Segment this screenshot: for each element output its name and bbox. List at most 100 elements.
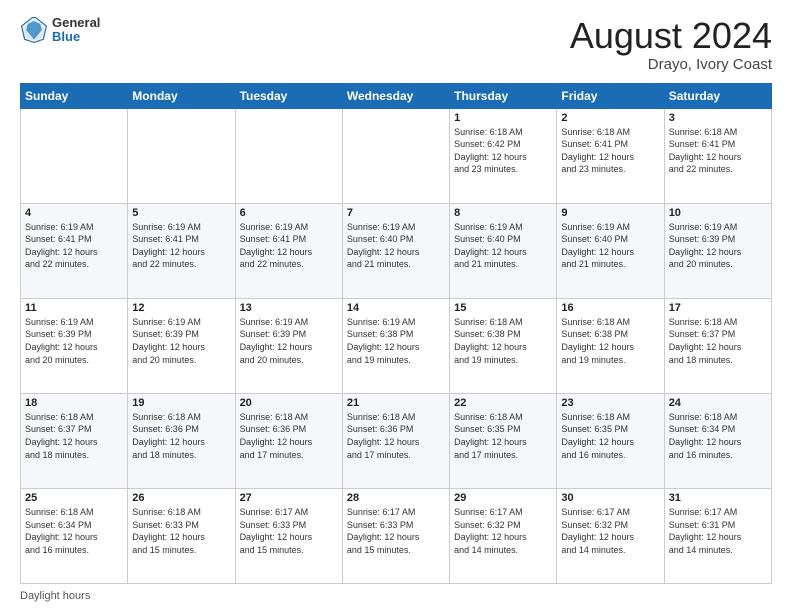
calendar-cell: [128, 108, 235, 203]
calendar-day-header: Thursday: [450, 83, 557, 108]
header: General Blue August 2024 Drayo, Ivory Co…: [20, 16, 772, 73]
logo-line1: General: [52, 16, 100, 30]
calendar-cell: 21 Sunrise: 6:18 AM Sunset: 6:36 PM Dayli…: [342, 393, 449, 488]
calendar-day-header: Saturday: [664, 83, 771, 108]
day-number: 25: [25, 492, 123, 504]
calendar-cell: 2Sunrise: 6:18 AM Sunset: 6:41 PM Daylig…: [557, 108, 664, 203]
calendar-cell: 15Sunrise: 6:18 AM Sunset: 6:38 PM Dayli…: [450, 298, 557, 393]
day-info: Sunrise: 6:19 AM Sunset: 6:41 PM Dayligh…: [25, 221, 123, 271]
calendar-cell: 20 Sunrise: 6:18 AM Sunset: 6:36 PM Dayli…: [235, 393, 342, 488]
day-info: Sunrise: 6:18 AM Sunset: 6:34 PM Dayligh…: [25, 506, 123, 556]
day-number: 29: [454, 492, 552, 504]
day-info: Sunrise: 6:19 AM Sunset: 6:40 PM Dayligh…: [561, 221, 659, 271]
day-info: Sunrise: 6:18 AM Sunset: 6:42 PM Dayligh…: [454, 126, 552, 176]
logo-line2: Blue: [52, 30, 100, 44]
calendar-day-header: Friday: [557, 83, 664, 108]
day-number: 5: [132, 207, 230, 219]
day-number: 4: [25, 207, 123, 219]
calendar-cell: 17 Sunrise: 6:18 AM Sunset: 6:37 PM Dayli…: [664, 298, 771, 393]
day-number: 7: [347, 207, 445, 219]
day-info: Sunrise: 6:18 AM Sunset: 6:36 PM Dayligh…: [347, 411, 445, 461]
day-info: Sunrise: 6:18 AM Sunset: 6:37 PM Dayligh…: [25, 411, 123, 461]
day-info: Sunrise: 6:19 AM Sunset: 6:41 PM Dayligh…: [240, 221, 338, 271]
calendar-cell: [235, 108, 342, 203]
calendar-week-row: 11 Sunrise: 6:19 AM Sunset: 6:39 PM Dayli…: [21, 298, 772, 393]
day-number: 13: [240, 302, 338, 314]
day-info: Sunrise: 6:19 AM Sunset: 6:39 PM Dayligh…: [25, 316, 123, 366]
day-info: Sunrise: 6:19 AM Sunset: 6:41 PM Dayligh…: [132, 221, 230, 271]
day-info: Sunrise: 6:18 AM Sunset: 6:35 PM Dayligh…: [561, 411, 659, 461]
calendar-cell: [342, 108, 449, 203]
day-number: 23: [561, 397, 659, 409]
calendar-day-header: Sunday: [21, 83, 128, 108]
day-info: Sunrise: 6:18 AM Sunset: 6:34 PM Dayligh…: [669, 411, 767, 461]
logo: General Blue: [20, 16, 100, 45]
day-info: Sunrise: 6:18 AM Sunset: 6:36 PM Dayligh…: [240, 411, 338, 461]
logo-icon: [20, 16, 48, 44]
calendar-day-header: Tuesday: [235, 83, 342, 108]
calendar-cell: 7Sunrise: 6:19 AM Sunset: 6:40 PM Daylig…: [342, 203, 449, 298]
day-number: 27: [240, 492, 338, 504]
calendar-cell: 6 Sunrise: 6:19 AM Sunset: 6:41 PM Daylig…: [235, 203, 342, 298]
calendar-cell: 10 Sunrise: 6:19 AM Sunset: 6:39 PM Dayli…: [664, 203, 771, 298]
calendar-cell: 14Sunrise: 6:19 AM Sunset: 6:38 PM Dayli…: [342, 298, 449, 393]
calendar-cell: 4 Sunrise: 6:19 AM Sunset: 6:41 PM Daylig…: [21, 203, 128, 298]
day-info: Sunrise: 6:18 AM Sunset: 6:33 PM Dayligh…: [132, 506, 230, 556]
calendar-cell: 19Sunrise: 6:18 AM Sunset: 6:36 PM Dayli…: [128, 393, 235, 488]
day-number: 10: [669, 207, 767, 219]
day-number: 6: [240, 207, 338, 219]
calendar-cell: 28 Sunrise: 6:17 AM Sunset: 6:33 PM Dayli…: [342, 488, 449, 583]
calendar-cell: 3Sunrise: 6:18 AM Sunset: 6:41 PM Daylig…: [664, 108, 771, 203]
day-number: 28: [347, 492, 445, 504]
day-info: Sunrise: 6:19 AM Sunset: 6:40 PM Dayligh…: [454, 221, 552, 271]
calendar-cell: 13Sunrise: 6:19 AM Sunset: 6:39 PM Dayli…: [235, 298, 342, 393]
calendar-cell: 9 Sunrise: 6:19 AM Sunset: 6:40 PM Daylig…: [557, 203, 664, 298]
logo-text: General Blue: [52, 16, 100, 45]
day-number: 11: [25, 302, 123, 314]
calendar-cell: 1 Sunrise: 6:18 AM Sunset: 6:42 PM Daylig…: [450, 108, 557, 203]
day-info: Sunrise: 6:17 AM Sunset: 6:33 PM Dayligh…: [347, 506, 445, 556]
title-block: August 2024 Drayo, Ivory Coast: [570, 16, 772, 73]
calendar-table: SundayMondayTuesdayWednesdayThursdayFrid…: [20, 83, 772, 584]
calendar-week-row: 18 Sunrise: 6:18 AM Sunset: 6:37 PM Dayli…: [21, 393, 772, 488]
calendar-week-row: 4 Sunrise: 6:19 AM Sunset: 6:41 PM Daylig…: [21, 203, 772, 298]
title-location: Drayo, Ivory Coast: [570, 56, 772, 73]
day-info: Sunrise: 6:17 AM Sunset: 6:32 PM Dayligh…: [561, 506, 659, 556]
day-number: 24: [669, 397, 767, 409]
calendar-cell: 22Sunrise: 6:18 AM Sunset: 6:35 PM Dayli…: [450, 393, 557, 488]
calendar-cell: 27 Sunrise: 6:17 AM Sunset: 6:33 PM Dayli…: [235, 488, 342, 583]
calendar-cell: 16 Sunrise: 6:18 AM Sunset: 6:38 PM Dayli…: [557, 298, 664, 393]
day-number: 30: [561, 492, 659, 504]
calendar-cell: 23 Sunrise: 6:18 AM Sunset: 6:35 PM Dayli…: [557, 393, 664, 488]
day-number: 18: [25, 397, 123, 409]
day-number: 26: [132, 492, 230, 504]
day-number: 17: [669, 302, 767, 314]
day-number: 16: [561, 302, 659, 314]
day-info: Sunrise: 6:18 AM Sunset: 6:37 PM Dayligh…: [669, 316, 767, 366]
day-number: 21: [347, 397, 445, 409]
day-info: Sunrise: 6:19 AM Sunset: 6:39 PM Dayligh…: [132, 316, 230, 366]
calendar-cell: 31Sunrise: 6:17 AM Sunset: 6:31 PM Dayli…: [664, 488, 771, 583]
day-number: 3: [669, 112, 767, 124]
day-number: 8: [454, 207, 552, 219]
day-info: Sunrise: 6:17 AM Sunset: 6:33 PM Dayligh…: [240, 506, 338, 556]
calendar-cell: 18 Sunrise: 6:18 AM Sunset: 6:37 PM Dayli…: [21, 393, 128, 488]
calendar-cell: 26 Sunrise: 6:18 AM Sunset: 6:33 PM Dayli…: [128, 488, 235, 583]
calendar-cell: 24 Sunrise: 6:18 AM Sunset: 6:34 PM Dayli…: [664, 393, 771, 488]
day-number: 9: [561, 207, 659, 219]
day-info: Sunrise: 6:18 AM Sunset: 6:38 PM Dayligh…: [561, 316, 659, 366]
footer: Daylight hours: [20, 590, 772, 602]
calendar-header-row: SundayMondayTuesdayWednesdayThursdayFrid…: [21, 83, 772, 108]
day-info: Sunrise: 6:19 AM Sunset: 6:39 PM Dayligh…: [669, 221, 767, 271]
day-number: 20: [240, 397, 338, 409]
calendar-week-row: 1 Sunrise: 6:18 AM Sunset: 6:42 PM Daylig…: [21, 108, 772, 203]
day-number: 1: [454, 112, 552, 124]
calendar-day-header: Wednesday: [342, 83, 449, 108]
day-info: Sunrise: 6:18 AM Sunset: 6:35 PM Dayligh…: [454, 411, 552, 461]
day-info: Sunrise: 6:18 AM Sunset: 6:38 PM Dayligh…: [454, 316, 552, 366]
calendar-day-header: Monday: [128, 83, 235, 108]
day-number: 14: [347, 302, 445, 314]
day-number: 12: [132, 302, 230, 314]
footer-label: Daylight hours: [20, 590, 90, 602]
calendar-cell: 12 Sunrise: 6:19 AM Sunset: 6:39 PM Dayli…: [128, 298, 235, 393]
